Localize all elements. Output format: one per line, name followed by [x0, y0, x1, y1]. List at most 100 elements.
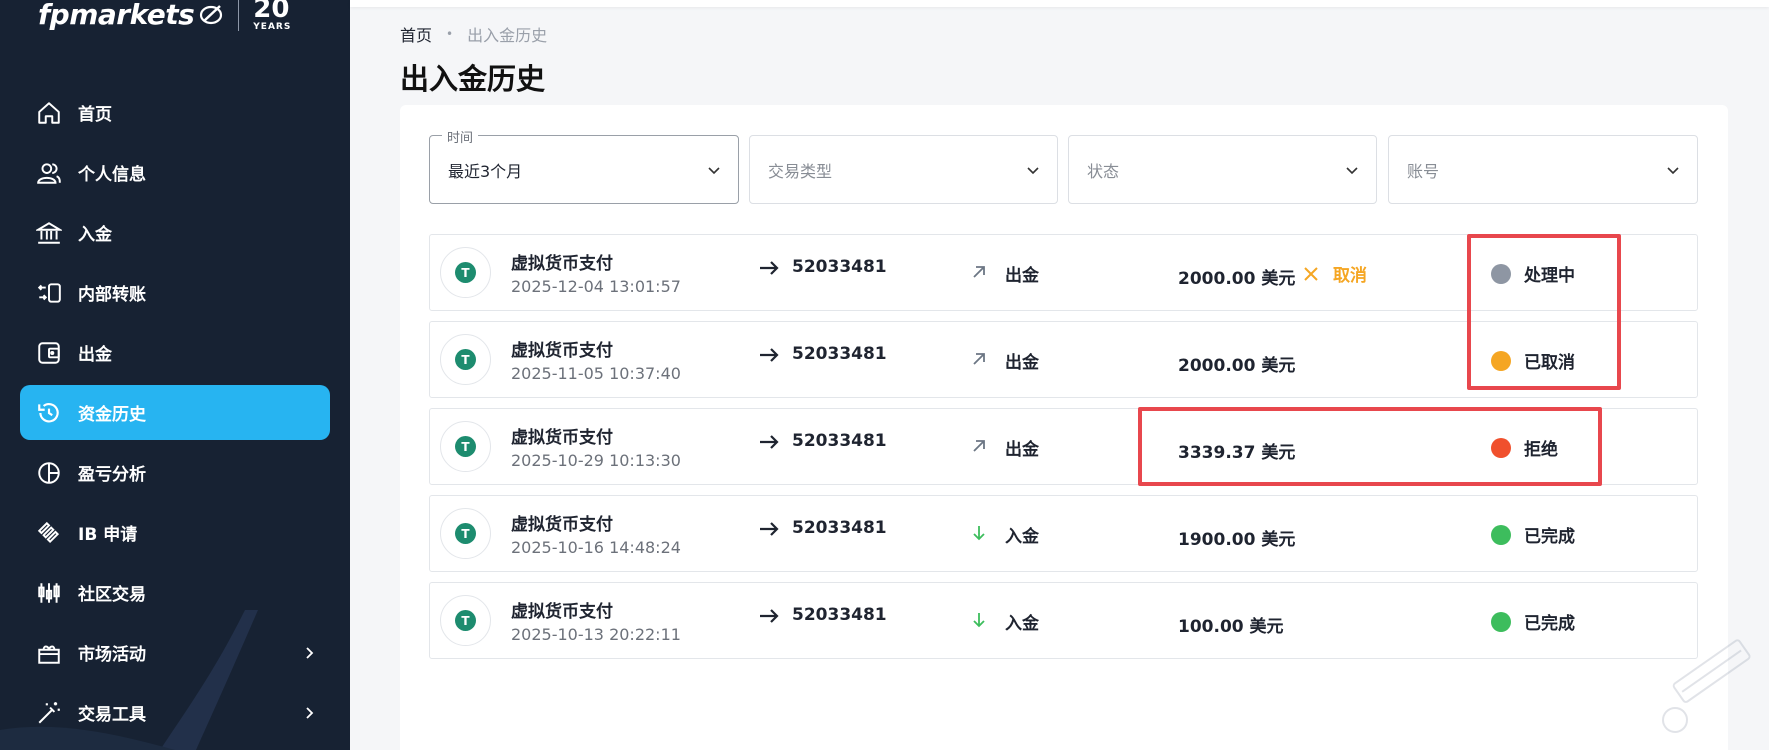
brand-name: fpmarkets	[38, 0, 195, 31]
coin-symbol: T	[455, 610, 476, 631]
breadcrumb: 首页 • 出入金历史	[400, 22, 547, 46]
transaction-type: 出金	[1005, 440, 1039, 460]
sidebar-item-internal-transfer[interactable]: 内部转账	[20, 265, 330, 320]
sidebar-item-deposit[interactable]: 入金	[20, 205, 330, 260]
anniversary-number: 20	[253, 0, 290, 24]
account-number: 52033481	[792, 605, 887, 625]
breadcrumb-home[interactable]: 首页	[400, 22, 432, 46]
usdt-coin-icon: T	[440, 595, 491, 646]
usdt-coin-icon: T	[440, 421, 491, 472]
arrow-right-icon	[760, 522, 779, 536]
chevron-down-icon	[1346, 166, 1358, 174]
time-filter-select[interactable]: 时间 最近3个月	[429, 127, 739, 204]
account-number: 52033481	[792, 518, 887, 538]
time-filter-value: 最近3个月	[448, 161, 523, 181]
transaction-type: 入金	[1005, 527, 1039, 547]
transaction-type: 出金	[1005, 353, 1039, 373]
status-dot	[1491, 525, 1511, 545]
payment-method: 虚拟货币支付	[511, 254, 613, 274]
user-icon	[34, 158, 64, 188]
sidebar-item-label: 盈亏分析	[78, 465, 146, 485]
transaction-amount: 3339.37 美元	[1178, 443, 1296, 463]
cancel-button[interactable]: 取消	[1303, 261, 1367, 286]
chevron-down-icon	[1027, 166, 1039, 174]
account-number: 52033481	[792, 431, 887, 451]
transaction-type: 入金	[1005, 614, 1039, 634]
sidebar-item-profile[interactable]: 个人信息	[20, 145, 330, 200]
type-filter-select[interactable]: 交易类型	[749, 135, 1058, 204]
transaction-amount: 1900.00 美元	[1178, 530, 1296, 550]
sidebar-item-pnl-analysis[interactable]: 盈亏分析	[20, 445, 330, 500]
sidebar-item-withdraw[interactable]: 出金	[20, 325, 330, 380]
chevron-down-icon	[708, 166, 720, 174]
payment-method: 虚拟货币支付	[511, 602, 613, 622]
watermark	[1628, 627, 1763, 742]
ib-icon	[34, 518, 64, 548]
breadcrumb-separator: •	[446, 27, 454, 41]
sidebar-item-label: 出金	[78, 345, 112, 365]
coin-symbol: T	[455, 262, 476, 283]
table-row[interactable]: T 虚拟货币支付 2025-11-05 10:37:40 52033481 出金…	[429, 321, 1698, 398]
brand-swirl-icon	[200, 5, 223, 25]
sidebar-item-ib-apply[interactable]: IB 申请	[20, 505, 330, 560]
cancel-label: 取消	[1333, 266, 1367, 286]
bank-icon	[34, 218, 64, 248]
top-bar	[350, 0, 1769, 7]
withdraw-arrow-icon	[973, 353, 985, 365]
deposit-arrow-icon	[973, 613, 985, 628]
sidebar-item-trading-tools[interactable]: 交易工具	[20, 685, 330, 740]
sidebar-item-market-events[interactable]: 市场活动	[20, 625, 330, 680]
transaction-datetime: 2025-10-13 20:22:11	[511, 625, 681, 644]
status-text: 已完成	[1524, 527, 1575, 547]
account-filter-select[interactable]: 账号	[1388, 135, 1698, 204]
transfer-icon	[34, 278, 64, 308]
payment-method: 虚拟货币支付	[511, 428, 613, 448]
type-filter-placeholder: 交易类型	[768, 161, 833, 181]
status-dot	[1491, 351, 1511, 371]
status-text: 处理中	[1524, 266, 1575, 286]
sidebar-nav: 首页 个人信息 入金 内部转账 出金 资金历史 盈亏分析 IB 申请 社区交易 …	[20, 85, 330, 745]
sidebar-item-social-trading[interactable]: 社区交易	[20, 565, 330, 620]
sidebar-item-label: 社区交易	[78, 585, 146, 605]
arrow-right-icon	[760, 261, 779, 275]
chevron-right-icon	[306, 706, 314, 719]
wallet-icon	[34, 338, 64, 368]
payment-method: 虚拟货币支付	[511, 341, 613, 361]
sidebar-item-label: 入金	[78, 225, 112, 245]
payment-method: 虚拟货币支付	[511, 515, 613, 535]
table-row[interactable]: T 虚拟货币支付 2025-12-04 13:01:57 52033481 出金…	[429, 234, 1698, 311]
status-text: 拒绝	[1524, 440, 1558, 460]
sidebar-item-label: 交易工具	[78, 705, 146, 725]
status-dot	[1491, 612, 1511, 632]
deposit-arrow-icon	[973, 526, 985, 541]
candlestick-icon	[34, 578, 64, 608]
sidebar-item-home[interactable]: 首页	[20, 85, 330, 140]
coin-symbol: T	[455, 436, 476, 457]
table-row[interactable]: T 虚拟货币支付 2025-10-16 14:48:24 52033481 入金…	[429, 495, 1698, 572]
transaction-datetime: 2025-10-29 10:13:30	[511, 451, 681, 470]
transaction-amount: 100.00 美元	[1178, 617, 1284, 637]
sidebar-item-label: 市场活动	[78, 645, 146, 665]
logo-divider	[238, 0, 240, 31]
usdt-coin-icon: T	[440, 334, 491, 385]
status-filter-placeholder: 状态	[1087, 161, 1120, 181]
arrow-right-icon	[760, 435, 779, 449]
arrow-right-icon	[760, 348, 779, 362]
sidebar-item-fund-history[interactable]: 资金历史	[20, 385, 330, 440]
sidebar-item-label: 个人信息	[78, 165, 146, 185]
coin-symbol: T	[455, 349, 476, 370]
coin-symbol: T	[455, 523, 476, 544]
table-row[interactable]: T 虚拟货币支付 2025-10-29 10:13:30 52033481 出金…	[429, 408, 1698, 485]
status-text: 已完成	[1524, 614, 1575, 634]
magic-wand-icon	[34, 698, 64, 728]
transaction-datetime: 2025-12-04 13:01:57	[511, 277, 681, 296]
close-icon	[1304, 266, 1318, 281]
page-title: 出入金历史	[400, 62, 546, 96]
status-dot	[1491, 438, 1511, 458]
status-dot	[1491, 264, 1511, 284]
breadcrumb-current: 出入金历史	[467, 26, 548, 45]
withdraw-arrow-icon	[973, 266, 985, 278]
table-row[interactable]: T 虚拟货币支付 2025-10-13 20:22:11 52033481 入金…	[429, 582, 1698, 659]
brand-logo[interactable]: fpmarkets 20 YEARS	[38, 0, 291, 36]
status-filter-select[interactable]: 状态	[1068, 135, 1377, 204]
